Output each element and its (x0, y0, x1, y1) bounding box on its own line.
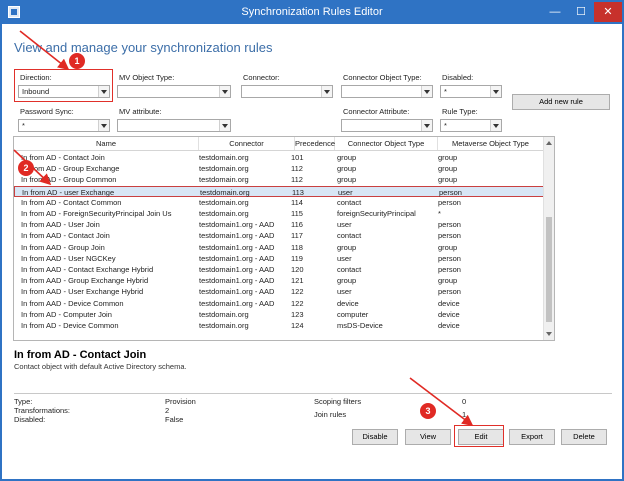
sync-rules-editor-window: Synchronization Rules Editor — ☐ ✕ View … (0, 0, 624, 481)
step-3-badge: 3 (420, 403, 436, 419)
step-1-badge: 1 (69, 53, 85, 69)
arrow-to-direction (19, 30, 70, 70)
step-2-badge: 2 (18, 160, 34, 176)
arrow-to-edit (409, 377, 474, 426)
annotation-arrows (13, 30, 474, 426)
